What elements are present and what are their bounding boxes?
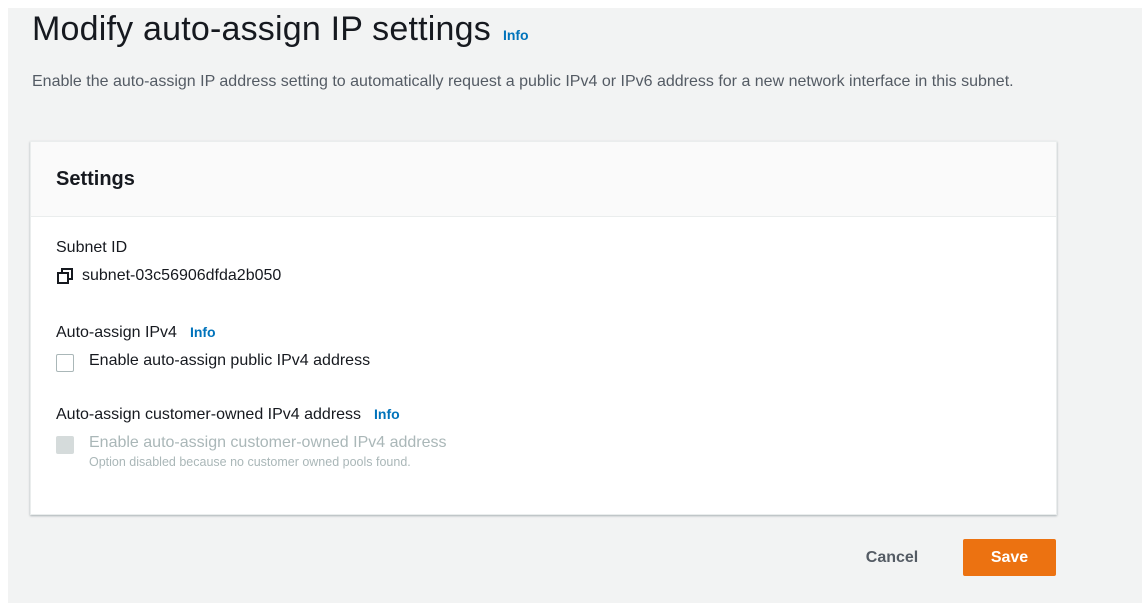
subnet-id-row: subnet-03c56906dfda2b050 — [56, 267, 281, 285]
auto-assign-ipv4-label-text: Auto-assign IPv4 — [56, 324, 177, 341]
customer-owned-ipv4-label-text: Auto-assign customer-owned IPv4 address — [56, 406, 362, 423]
auto-assign-ipv4-label: Auto-assign IPv4 Info — [56, 324, 370, 342]
page-description: Enable the auto-assign IP address settin… — [32, 73, 1014, 90]
ipv4-checkbox[interactable] — [56, 354, 74, 372]
page-title: Modify auto-assign IP settings — [32, 10, 491, 48]
subnet-id-field: Subnet ID subnet-03c56906dfda2b050 — [56, 239, 281, 285]
ipv4-checkbox-label[interactable]: Enable auto-assign public IPv4 address — [89, 352, 370, 370]
page-header: Modify auto-assign IP settings Info — [32, 10, 529, 49]
customer-owned-checkbox-label: Enable auto-assign customer-owned IPv4 a… — [89, 434, 447, 451]
save-button[interactable]: Save — [963, 539, 1056, 576]
customer-owned-hint: Option disabled because no customer owne… — [89, 455, 411, 469]
customer-owned-ipv4-label: Auto-assign customer-owned IPv4 address … — [56, 406, 447, 424]
settings-panel-header: Settings — [31, 142, 1056, 217]
ipv4-info-link[interactable]: Info — [190, 324, 216, 340]
customer-owned-info-link[interactable]: Info — [374, 406, 400, 422]
subnet-id-label: Subnet ID — [56, 239, 128, 256]
ipv4-checkbox-row[interactable]: Enable auto-assign public IPv4 address — [56, 352, 370, 372]
page: Modify auto-assign IP settings Info Enab… — [8, 8, 1142, 603]
auto-assign-ipv4-field: Auto-assign IPv4 Info Enable auto-assign… — [56, 324, 370, 372]
settings-panel: Settings Subnet ID subnet-03c56906dfda2b… — [30, 141, 1057, 515]
customer-owned-ipv4-field: Auto-assign customer-owned IPv4 address … — [56, 406, 447, 469]
customer-owned-checkbox — [56, 436, 74, 454]
subnet-id-value: subnet-03c56906dfda2b050 — [82, 267, 282, 284]
form-actions: Cancel Save — [845, 539, 1056, 576]
settings-title: Settings — [56, 167, 135, 190]
customer-owned-checkbox-row: Enable auto-assign customer-owned IPv4 a… — [56, 434, 447, 469]
cancel-button[interactable]: Cancel — [845, 540, 939, 576]
header-info-link[interactable]: Info — [503, 27, 529, 43]
copy-icon[interactable] — [56, 267, 74, 285]
